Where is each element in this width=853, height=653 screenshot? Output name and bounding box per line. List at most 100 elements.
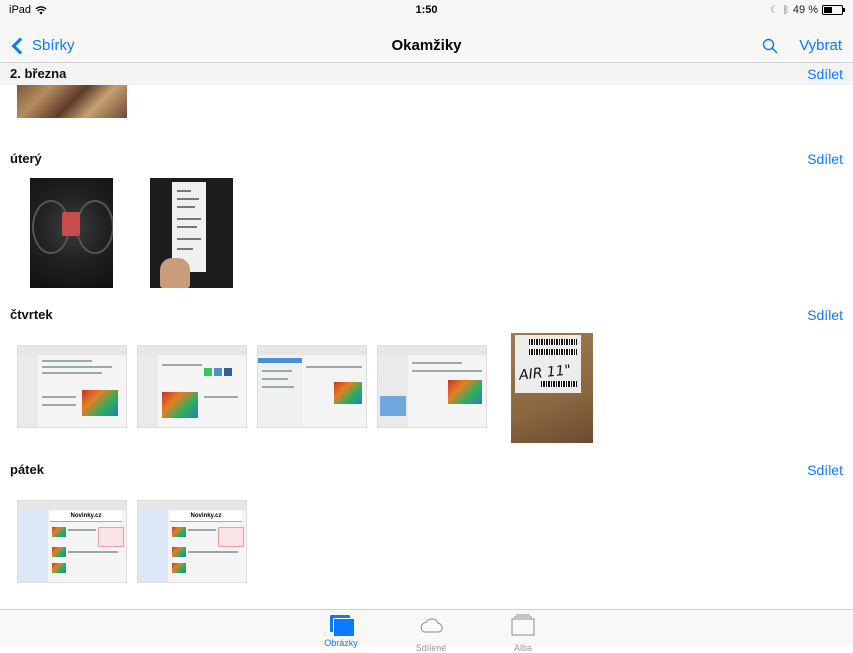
text-line [412, 370, 482, 372]
do-not-disturb-icon: ☾ [769, 4, 779, 16]
shipping-label: AIR 11" [515, 335, 581, 393]
tab-albums[interactable]: Alba [493, 614, 553, 653]
hand-shape [160, 258, 190, 288]
photo-thumbnail[interactable] [150, 178, 233, 288]
screenshot-thumbnail[interactable] [17, 345, 127, 428]
share-button[interactable]: Sdílet [807, 307, 843, 323]
battery-fill [824, 7, 832, 13]
text-line [42, 372, 102, 374]
news-masthead: Novinky.cz [50, 511, 122, 522]
barcode-shape [541, 381, 577, 387]
browser-toolbar [138, 346, 246, 355]
share-button[interactable]: Sdílet [807, 462, 843, 478]
photo-thumbnail[interactable]: AIR 11" [511, 333, 593, 443]
text-line [42, 366, 112, 368]
text-line [188, 529, 216, 531]
app-icon [204, 368, 212, 376]
navigation-bar: Sbírky Okamžiky Vybrat [0, 30, 853, 63]
text-line [42, 360, 92, 362]
battery-percent: 49 % [792, 4, 818, 16]
text-line [162, 364, 202, 366]
sidebar-shape [258, 355, 302, 427]
text-line [68, 551, 118, 553]
cloud-icon [420, 618, 443, 633]
section-header-thursday: čtvrtek Sdílet [0, 304, 853, 326]
chart-shape [218, 527, 244, 547]
text-line [262, 370, 292, 372]
text-line [177, 190, 191, 192]
barcode-shape [529, 339, 577, 345]
barcode-shape [529, 349, 577, 355]
share-button[interactable]: Sdílet [807, 151, 843, 167]
popup-shape [380, 396, 406, 416]
text-line [262, 386, 294, 388]
screenshot-thumbnail[interactable] [137, 345, 247, 428]
text-line [306, 366, 362, 368]
status-bar: iPad 1:50 ☾ ᛒ 49 % [0, 0, 853, 30]
text-line [68, 529, 96, 531]
tab-label: Obrázky [324, 638, 358, 648]
sidebar-shape [18, 510, 48, 582]
sidebar-shape [138, 355, 158, 427]
albums-icon [511, 614, 535, 636]
section-title: čtvrtek [10, 307, 53, 322]
bluetooth-icon: ᛒ [782, 4, 789, 16]
image-shape [172, 563, 186, 573]
gauge-shape [76, 200, 113, 254]
sidebar-shape [378, 355, 408, 427]
select-button[interactable]: Vybrat [799, 37, 842, 54]
tab-shared[interactable]: Sdílené [401, 614, 461, 653]
image-shape [52, 527, 66, 537]
text-line [262, 378, 288, 380]
browser-toolbar [18, 346, 126, 355]
image-shape [52, 547, 66, 557]
page-title: Okamžiky [391, 37, 462, 54]
text-line [177, 206, 195, 208]
news-masthead: Novinky.cz [170, 511, 242, 522]
text-line [177, 248, 193, 250]
chart-shape [98, 527, 124, 547]
image-shape [172, 547, 186, 557]
text-line [177, 218, 201, 220]
text-line [177, 238, 201, 240]
sidebar-shape [138, 510, 168, 582]
text-line [42, 404, 76, 406]
text-line [42, 396, 76, 398]
photo-thumbnail[interactable] [17, 85, 127, 118]
section-header-tuesday: úterý Sdílet [0, 148, 853, 170]
screenshot-thumbnail[interactable] [257, 345, 367, 428]
search-icon[interactable] [762, 38, 778, 54]
browser-toolbar [378, 346, 486, 355]
image-shape [162, 392, 198, 418]
sidebar-shape [18, 355, 38, 427]
text-line [204, 396, 238, 398]
share-button[interactable]: Sdílet [807, 66, 843, 82]
status-time: 1:50 [415, 4, 438, 16]
image-shape [52, 563, 66, 573]
section-header-mar2: 2. března Sdílet [0, 63, 853, 85]
text-line [177, 198, 199, 200]
image-shape [172, 527, 186, 537]
text-line [412, 362, 462, 364]
section-header-friday: pátek Sdílet [0, 459, 853, 481]
battery-icon [822, 5, 845, 15]
screenshot-thumbnail[interactable]: Novinky.cz [17, 500, 127, 583]
status-right: ☾ ᛒ 49 % [769, 4, 845, 16]
image-shape [82, 390, 118, 416]
menu-highlight [258, 358, 302, 363]
battery-tip [843, 8, 845, 12]
screenshot-thumbnail[interactable] [377, 345, 487, 428]
tab-bar: Obrázky Sdílené Alba [0, 609, 853, 653]
photo-thumbnail[interactable] [30, 178, 113, 288]
screenshot-thumbnail[interactable]: Novinky.cz [137, 500, 247, 583]
browser-toolbar [138, 501, 246, 510]
tab-photos[interactable]: Obrázky [311, 614, 371, 648]
display-shape [62, 212, 80, 236]
image-shape [448, 380, 482, 404]
section-title: úterý [10, 151, 42, 166]
section-title: 2. března [10, 66, 67, 81]
browser-toolbar [18, 501, 126, 510]
section-title: pátek [10, 462, 44, 477]
photos-icon [328, 614, 355, 637]
text-line [177, 226, 197, 228]
